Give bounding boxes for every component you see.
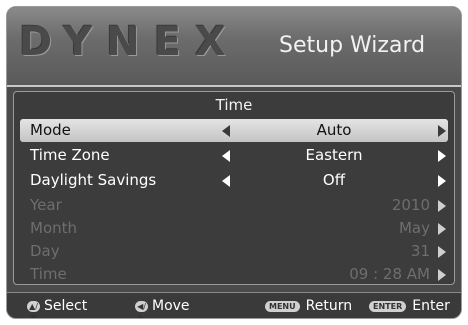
hint-label: Select [44, 298, 88, 314]
button-hint-bar: ▲/▼ Select ◀/▶ Move MENU Return ENTER En… [7, 292, 461, 318]
row-value: 09 : 28 AM [349, 265, 430, 283]
row-value: 31 [410, 242, 430, 260]
arrow-left-icon[interactable] [222, 125, 230, 137]
arrow-right-icon[interactable] [438, 125, 446, 137]
page-title: Setup Wizard [279, 33, 426, 58]
arrow-right-icon[interactable] [438, 150, 446, 162]
time-settings-panel: Time Mode Auto Time Zone Eastern Dayligh… [13, 91, 455, 285]
row-value: May [398, 219, 430, 237]
row-value: 2010 [391, 196, 430, 214]
menu-row-daylight-savings[interactable]: Daylight Savings Off [20, 169, 448, 192]
row-label: Day [30, 242, 60, 260]
arrow-left-icon[interactable] [222, 175, 230, 187]
row-label: Daylight Savings [30, 171, 157, 189]
brand-logo: DYNEX [19, 19, 240, 65]
menu-row-time-zone[interactable]: Time Zone Eastern [20, 144, 448, 167]
row-value: Eastern [305, 146, 363, 164]
left-right-button-icon: ◀/▶ [135, 300, 148, 318]
hint-label: Return [305, 298, 353, 314]
arrow-right-icon [438, 200, 446, 212]
enter-button-icon: ENTER [369, 300, 407, 312]
row-label: Year [30, 196, 62, 214]
menu-row-month: Month May [20, 217, 448, 240]
row-value: Auto [316, 121, 352, 139]
tv-screen: DYNEX Setup Wizard Time Mode Auto Time Z… [6, 6, 462, 319]
menu-button-icon: MENU [265, 300, 300, 312]
menu-row-mode[interactable]: Mode Auto [20, 119, 448, 142]
hint-select: ▲/▼ Select [27, 298, 88, 318]
hint-move: ◀/▶ Move [135, 298, 190, 318]
row-label: Time [30, 265, 67, 283]
arrow-right-icon [438, 269, 446, 281]
header-bar: DYNEX Setup Wizard [7, 7, 461, 87]
row-value: Off [322, 171, 346, 189]
up-down-button-icon: ▲/▼ [27, 300, 40, 318]
row-label: Month [30, 219, 78, 237]
row-label: Mode [30, 121, 71, 139]
hint-label: Enter [412, 298, 450, 314]
arrow-right-icon [438, 246, 446, 258]
row-label: Time Zone [30, 146, 110, 164]
menu-row-day: Day 31 [20, 240, 448, 263]
section-title: Time [215, 96, 253, 114]
menu-row-year: Year 2010 [20, 194, 448, 217]
arrow-right-icon[interactable] [438, 175, 446, 187]
hint-enter: ENTER Enter [369, 298, 450, 314]
hint-return: MENU Return [265, 298, 352, 314]
hint-label: Move [152, 298, 190, 314]
arrow-right-icon [438, 223, 446, 235]
arrow-left-icon[interactable] [222, 150, 230, 162]
menu-row-time: Time 09 : 28 AM [20, 263, 448, 286]
